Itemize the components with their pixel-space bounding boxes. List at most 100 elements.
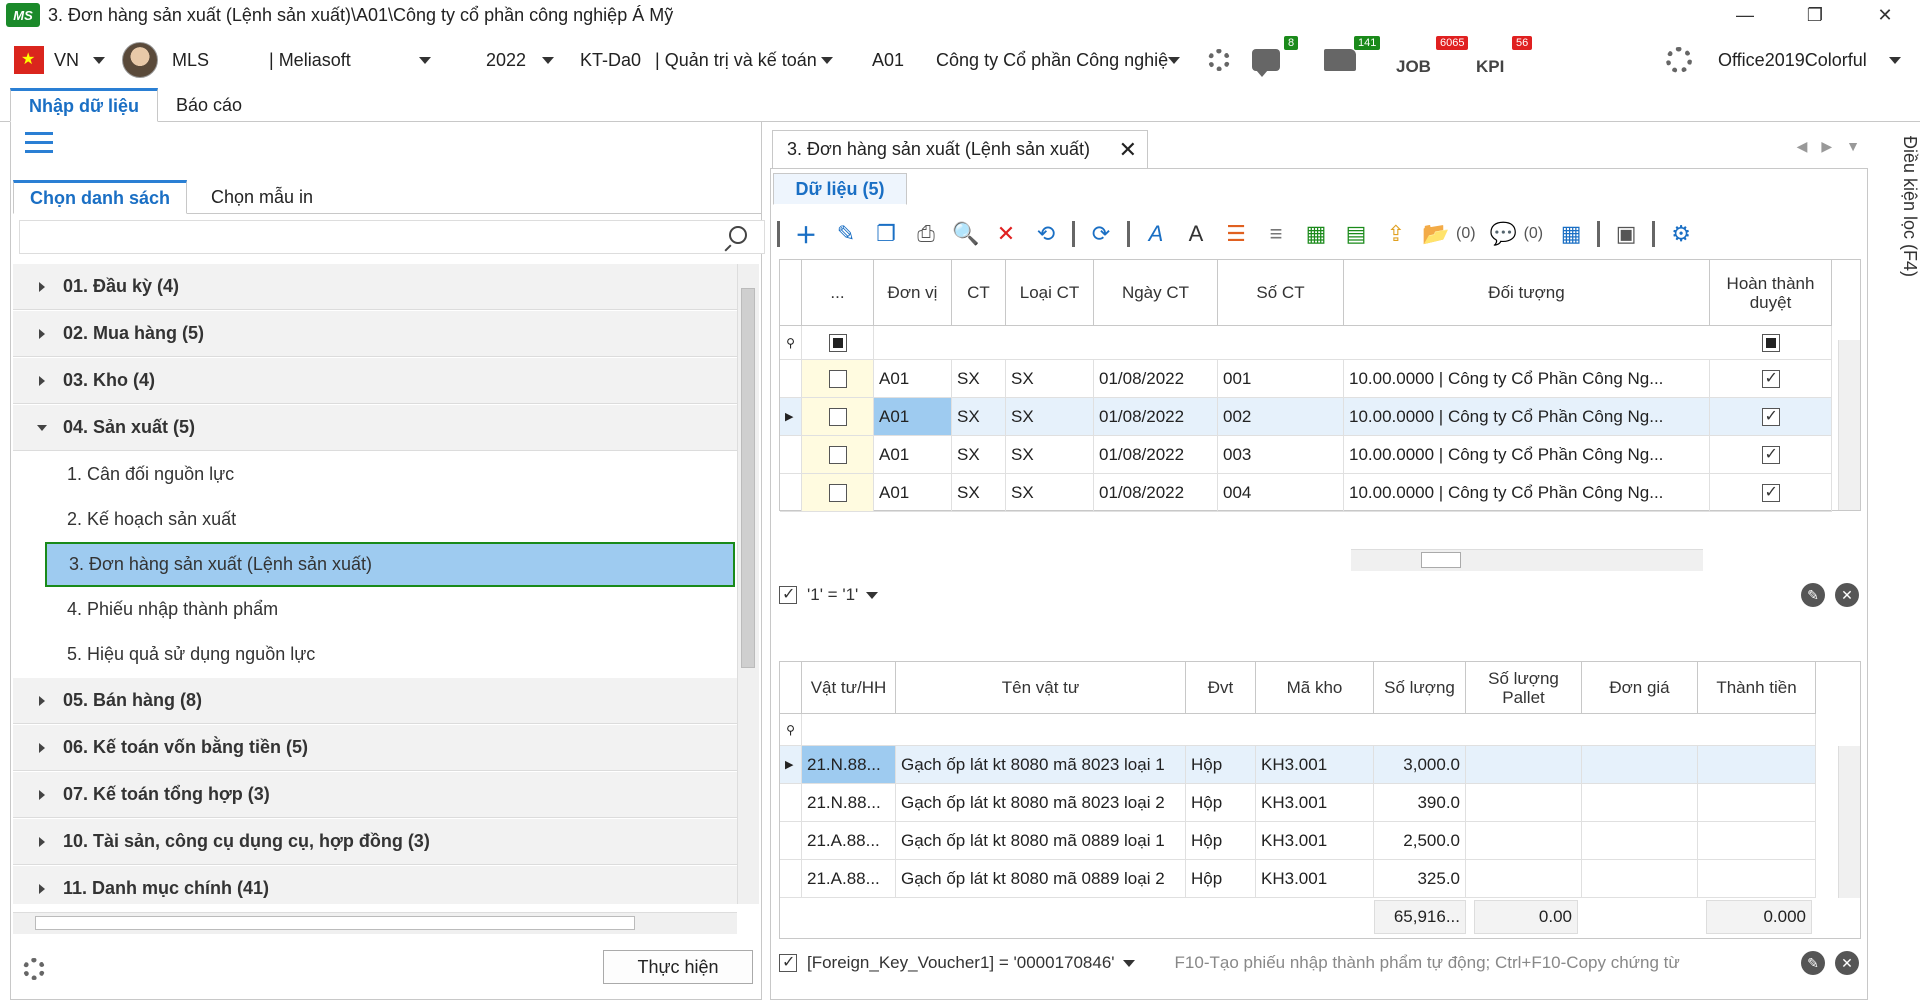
search-icon[interactable] [729,226,747,244]
table-row[interactable]: 21.N.88... Gạch ốp lát kt 8080 mã 8023 l… [780,784,1816,822]
tree-item[interactable]: 5. Hiệu quả sử dụng nguồn lực [13,632,737,677]
scrollbar-thumb[interactable] [35,916,635,930]
approved-checkbox[interactable] [1710,360,1832,398]
chat-button[interactable]: 8 [1252,36,1299,80]
column-header[interactable]: Đơn giá [1582,662,1698,714]
tree-group[interactable]: 10. Tài sản, công cụ dụng cụ, hợp đồng (… [13,819,737,865]
tab-chon-mau-in[interactable]: Chọn mẫu in [195,180,329,214]
job-button[interactable]: JOB 6065 [1396,36,1469,80]
approve-all-checkbox[interactable] [1710,326,1832,360]
tree-item[interactable]: 1. Cân đối nguồn lực [13,452,737,497]
settings-icon[interactable]: ⚙ [1661,213,1701,255]
chevron-down-icon[interactable] [866,591,879,599]
row-checkbox[interactable] [802,398,874,436]
master-filter-text[interactable]: '1' = '1' [807,585,858,605]
approved-checkbox[interactable] [1710,398,1832,436]
language-select[interactable]: VN [14,40,106,80]
theme-select[interactable]: Office2019Colorful [1718,40,1901,80]
font-icon[interactable]: A [1176,213,1216,255]
detail-filter-text[interactable]: [Foreign_Key_Voucher1] = '0000170846' [807,953,1115,973]
tree-group[interactable]: 07. Kế toán tổng hợp (3) [13,772,737,818]
tree-group[interactable]: 02. Mua hàng (5) [13,311,737,357]
clear-filter-icon[interactable]: ✕ [1835,583,1859,607]
tab-chon-danh-sach[interactable]: Chọn danh sách [13,180,188,214]
column-header[interactable]: Đối tượng [1344,260,1710,326]
edit-pencil-icon[interactable]: ✎ [826,213,866,255]
print-icon[interactable]: ⎙ [906,213,946,255]
column-header[interactable]: Đơn vị [874,260,952,326]
tab-nhap-du-lieu[interactable]: Nhập dữ liệu [10,88,159,122]
master-horizontal-scrollbar[interactable] [1351,549,1703,571]
role-select[interactable]: KT-Da0 | Quản trị và kế toán [580,40,834,80]
clear-filter-icon[interactable]: ✕ [1835,951,1859,975]
user-select[interactable]: MLS | Meliasoft [122,40,432,80]
hamburger-menu-icon[interactable] [25,132,53,154]
print-preview-icon[interactable]: 🔍 [946,213,986,255]
row-checkbox[interactable] [802,474,874,512]
chevron-right-icon[interactable]: ▶ [1821,138,1832,155]
tree-item[interactable]: 4. Phiếu nhập thành phẩm [13,587,737,632]
tree-group[interactable]: 05. Bán hàng (8) [13,678,737,724]
add-icon[interactable]: ＋ [786,213,826,255]
export-xls-icon[interactable]: ▦ [1296,213,1336,255]
chevron-down-icon[interactable]: ▼ [1846,138,1860,155]
column-header[interactable]: Đvt [1186,662,1256,714]
close-window-button[interactable]: ✕ [1850,0,1920,30]
scrollbar-thumb[interactable] [741,288,755,668]
approved-checkbox[interactable] [1710,436,1832,474]
detail-vertical-scrollbar[interactable] [1838,746,1860,898]
table-row[interactable]: A01 SX SX 01/08/2022 004 10.00.0000 | Cô… [780,474,1832,512]
tree-group[interactable]: 06. Kế toán vốn bằng tiền (5) [13,725,737,771]
scrollbar-thumb[interactable] [1421,552,1461,568]
maximize-button[interactable]: ❐ [1780,0,1850,30]
filter-row[interactable] [874,326,1832,360]
kpi-button[interactable]: KPI 56 [1476,36,1533,80]
master-vertical-scrollbar[interactable] [1838,340,1860,510]
table-row[interactable]: 21.A.88... Gạch ốp lát kt 8080 mã 0889 l… [780,822,1816,860]
grid-columns-icon[interactable]: ▦ [1551,213,1591,255]
column-header[interactable]: Thành tiền [1698,662,1816,714]
attachment-folder-icon[interactable]: 📂 [1416,213,1456,255]
filter-condition-side-tab[interactable]: Điều kiện lọc (F4) [1894,136,1920,336]
edit-filter-icon[interactable]: ✎ [1801,951,1825,975]
column-header[interactable]: Số lượng Pallet [1466,662,1582,714]
row-checkbox[interactable] [802,360,874,398]
edit-filter-icon[interactable]: ✎ [1801,583,1825,607]
tree-group[interactable]: 11. Danh mục chính (41) [13,866,737,904]
tree-group[interactable]: 04. Sản xuất (5) [13,405,737,451]
left-settings-button[interactable] [23,958,45,980]
table-row-selected[interactable]: ▶ 21.N.88... Gạch ốp lát kt 8080 mã 8023… [780,746,1816,784]
search-input[interactable] [19,220,765,254]
filter-enable-checkbox[interactable] [779,584,797,604]
column-header[interactable]: Số lượng [1374,662,1466,714]
column-header[interactable]: Loại CT [1006,260,1094,326]
table-row[interactable]: A01 SX SX 01/08/2022 001 10.00.0000 | Cô… [780,360,1832,398]
table-row[interactable]: A01 SX SX 01/08/2022 003 10.00.0000 | Cô… [780,436,1832,474]
column-header[interactable]: Vật tư/HH [802,662,896,714]
copy-icon[interactable]: ❐ [866,213,906,255]
select-all-checkbox[interactable] [802,326,874,360]
minimize-button[interactable]: — [1710,0,1780,30]
execute-button[interactable]: Thực hiện [603,950,753,984]
tree-horizontal-scrollbar[interactable] [13,912,737,934]
export-xlsx-icon[interactable]: ▤ [1336,213,1376,255]
filter-enable-checkbox[interactable] [779,952,797,972]
tree-item-selected[interactable]: 3. Đơn hàng sản xuất (Lệnh sản xuất) [45,542,735,587]
approved-checkbox[interactable] [1710,474,1832,512]
column-header[interactable]: Ngày CT [1094,260,1218,326]
calculator-icon[interactable]: ▣ [1606,213,1646,255]
comment-icon[interactable]: 💬 [1484,213,1524,255]
history-icon[interactable]: ⟲ [1026,213,1066,255]
unit-select[interactable]: A01 Công ty Cổ phần Công nghiệp [872,40,1181,80]
table-row[interactable]: 21.A.88... Gạch ốp lát kt 8080 mã 0889 l… [780,860,1816,898]
table-row-selected[interactable]: ▶ A01 SX SX 01/08/2022 002 10.00.0000 | … [780,398,1832,436]
document-tab[interactable]: 3. Đơn hàng sản xuất (Lệnh sản xuất) ✕ [772,130,1148,168]
tab-bao-cao[interactable]: Báo cáo [158,88,260,122]
close-tab-icon[interactable]: ✕ [1119,137,1137,163]
folder-button[interactable]: 141 [1324,36,1381,80]
refresh-icon[interactable]: ⟳ [1081,213,1121,255]
upload-folder-icon[interactable]: ⇪ [1376,213,1416,255]
font-style-icon[interactable]: A [1136,213,1176,255]
filter-row[interactable] [802,714,1816,746]
column-header[interactable]: CT [952,260,1006,326]
